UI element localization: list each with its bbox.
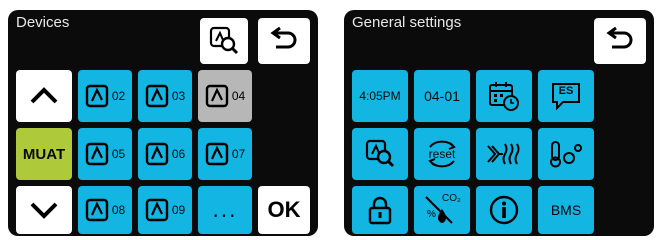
device-search-icon xyxy=(209,26,239,55)
device-label: 08 xyxy=(111,203,126,217)
mute-button[interactable]: MUAT xyxy=(16,128,72,180)
device-button-08[interactable]: 08 xyxy=(78,186,132,234)
fan-unit-icon xyxy=(85,84,109,108)
heater-icon xyxy=(487,143,520,165)
fan-unit-icon xyxy=(205,142,229,166)
fan-unit-icon xyxy=(145,84,169,108)
language-button[interactable]: ES xyxy=(538,70,594,122)
chevron-down-icon xyxy=(30,202,58,219)
info-icon xyxy=(489,195,519,225)
device-search-button[interactable] xyxy=(200,18,248,64)
device-label: 05 xyxy=(111,147,126,161)
device-label: 07 xyxy=(231,147,246,161)
info-button[interactable] xyxy=(476,186,532,234)
panel-title: General settings xyxy=(352,14,462,31)
temperature-sensor-icon xyxy=(550,141,582,168)
calendar-clock-icon xyxy=(489,82,519,111)
fan-unit-icon xyxy=(205,84,229,108)
devices-panel: Devices MUAT 02 03 04 05 06 07 08 09 ...… xyxy=(8,10,318,236)
language-label: ES xyxy=(558,85,574,97)
more-label: ... xyxy=(212,198,238,222)
scroll-up-button[interactable] xyxy=(16,70,72,122)
co2-button[interactable]: % CO₂ xyxy=(414,186,470,234)
sensors-button[interactable] xyxy=(538,128,594,180)
co2-humidity-icon: % CO₂ xyxy=(422,193,462,227)
ok-label: OK xyxy=(267,197,301,222)
schedule-button[interactable] xyxy=(476,70,532,122)
reset-label: reset xyxy=(428,147,456,161)
lock-icon xyxy=(368,196,392,225)
fan-unit-icon xyxy=(145,142,169,166)
mute-label: MUAT xyxy=(22,145,66,163)
fan-unit-icon xyxy=(85,198,109,222)
language-icon: ES xyxy=(551,82,581,111)
device-label: 04 xyxy=(231,89,246,103)
device-button-06[interactable]: 06 xyxy=(138,128,192,180)
device-label: 02 xyxy=(111,89,126,103)
ok-button[interactable]: OK xyxy=(258,186,310,234)
general-settings-panel: General settings 4:05PM 04-01 ES reset %… xyxy=(344,10,654,236)
bms-label: BMS xyxy=(550,202,582,218)
scroll-down-button[interactable] xyxy=(16,186,72,234)
device-search-button[interactable] xyxy=(352,128,408,180)
back-button[interactable] xyxy=(594,18,646,64)
back-arrow-icon xyxy=(270,26,297,49)
lock-button[interactable] xyxy=(352,186,408,234)
date-label: 04-01 xyxy=(424,88,460,104)
bms-button[interactable]: BMS xyxy=(538,186,594,234)
back-arrow-icon xyxy=(606,26,633,49)
reset-icon: reset xyxy=(422,137,462,171)
time-label: 4:05PM xyxy=(359,89,401,103)
co2-label: CO₂ xyxy=(442,193,461,204)
fan-unit-icon xyxy=(145,198,169,222)
device-button-05[interactable]: 05 xyxy=(78,128,132,180)
device-button-03[interactable]: 03 xyxy=(138,70,192,122)
device-button-02[interactable]: 02 xyxy=(78,70,132,122)
device-button-07[interactable]: 07 xyxy=(198,128,252,180)
device-label: 03 xyxy=(171,89,186,103)
chevron-up-icon xyxy=(30,87,58,104)
more-devices-button[interactable]: ... xyxy=(198,186,252,234)
device-label: 09 xyxy=(171,203,186,217)
date-setting-button[interactable]: 04-01 xyxy=(414,70,470,122)
reset-button[interactable]: reset xyxy=(414,128,470,180)
fan-unit-icon xyxy=(85,142,109,166)
device-button-04[interactable]: 04 xyxy=(198,70,252,122)
panel-title: Devices xyxy=(16,14,70,31)
back-button[interactable] xyxy=(258,18,310,64)
time-setting-button[interactable]: 4:05PM xyxy=(352,70,408,122)
device-button-09[interactable]: 09 xyxy=(138,186,192,234)
device-label: 06 xyxy=(171,147,186,161)
device-search-icon xyxy=(365,139,395,168)
heater-button[interactable] xyxy=(476,128,532,180)
svg-text:%: % xyxy=(427,209,436,220)
